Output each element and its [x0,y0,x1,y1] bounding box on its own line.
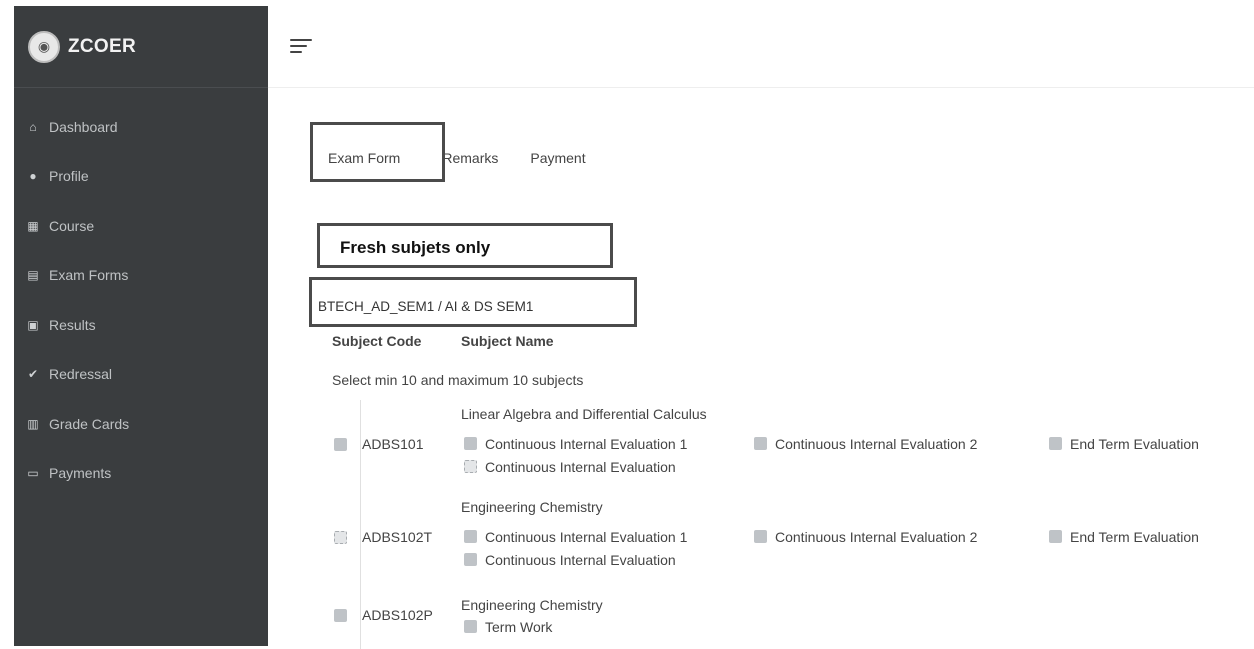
hamburger-menu-icon[interactable] [290,37,312,55]
sidebar-item-profile[interactable]: ● Profile [14,152,268,202]
option-term-work[interactable]: Term Work [464,619,552,635]
subject-checkbox[interactable] [334,438,347,451]
sidebar: ◉ ZCOER ⌂ Dashboard ● Profile ▦ Course ▤… [14,6,268,646]
option-checkbox [754,437,767,450]
card-icon: ▥ [27,416,39,431]
option-checkbox [464,437,477,450]
table-column-divider [360,400,361,649]
option-checkbox [1049,437,1062,450]
sidebar-item-label: Course [49,217,95,234]
tab-payment[interactable]: Payment [514,148,601,168]
option-checkbox [1049,530,1062,543]
book-icon: ▦ [27,218,39,233]
selection-instruction: Select min 10 and maximum 10 subjects [332,372,584,388]
option-cie-2[interactable]: Continuous Internal Evaluation 2 [754,436,977,452]
subject-checkbox[interactable] [334,531,347,544]
option-checkbox [464,460,477,473]
sidebar-item-label: Exam Forms [49,267,129,284]
form-icon: ▤ [27,268,39,283]
sidebar-item-exam-forms[interactable]: ▤ Exam Forms [14,251,268,301]
subject-checkbox[interactable] [334,609,347,622]
sidebar-item-grade-cards[interactable]: ▥ Grade Cards [14,399,268,449]
sidebar-item-course[interactable]: ▦ Course [14,201,268,251]
subject-name: Engineering Chemistry [461,597,603,613]
main-content: Exam Form Remarks Payment Fresh subjets … [268,88,1254,649]
fresh-subjects-label: Fresh subjets only [340,238,491,257]
subject-code: ADBS102P [362,607,433,623]
sidebar-item-label: Profile [49,168,89,185]
option-cie[interactable]: Continuous Internal Evaluation [464,459,676,475]
column-header-subject-name: Subject Name [461,333,554,349]
user-icon: ● [29,169,37,184]
column-header-subject-code: Subject Code [332,333,422,349]
highlight-box-exam-form-tab [310,122,445,182]
college-logo-icon: ◉ [28,30,60,63]
option-checkbox [464,530,477,543]
sidebar-item-redressal[interactable]: ✔ Redressal [14,350,268,400]
option-end-term[interactable]: End Term Evaluation [1049,529,1199,545]
sidebar-item-dashboard[interactable]: ⌂ Dashboard [14,102,268,152]
sidebar-item-label: Payments [49,465,112,482]
program-label: BTECH_AD_SEM1 / AI & DS SEM1 [318,299,534,314]
results-icon: ▣ [27,317,39,332]
option-checkbox [754,530,767,543]
sidebar-nav: ⌂ Dashboard ● Profile ▦ Course ▤ Exam Fo… [14,88,268,498]
brand-name: ZCOER [68,35,136,57]
option-end-term[interactable]: End Term Evaluation [1049,436,1199,452]
sidebar-item-label: Redressal [49,366,113,383]
subject-code: ADBS101 [362,436,424,452]
payment-icon: ▭ [27,466,39,481]
brand[interactable]: ◉ ZCOER [14,6,268,88]
sidebar-item-label: Dashboard [49,118,118,135]
option-cie[interactable]: Continuous Internal Evaluation [464,552,676,568]
option-cie-1[interactable]: Continuous Internal Evaluation 1 [464,436,687,452]
option-checkbox [464,620,477,633]
option-cie-1[interactable]: Continuous Internal Evaluation 1 [464,529,687,545]
sidebar-item-payments[interactable]: ▭ Payments [14,449,268,499]
sidebar-item-label: Results [49,316,96,333]
subject-code: ADBS102T [362,529,433,545]
sidebar-item-label: Grade Cards [49,415,130,432]
home-icon: ⌂ [29,119,37,134]
subject-name: Engineering Chemistry [461,499,603,515]
subject-name: Linear Algebra and Differential Calculus [461,406,707,422]
check-icon: ✔ [27,367,39,382]
top-bar [268,6,1254,88]
option-checkbox [464,553,477,566]
sidebar-item-results[interactable]: ▣ Results [14,300,268,350]
option-cie-2[interactable]: Continuous Internal Evaluation 2 [754,529,977,545]
